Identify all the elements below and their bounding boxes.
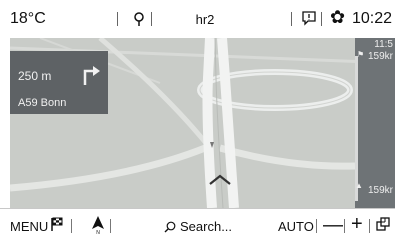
search-label: Search... [180, 219, 233, 234]
bottom-toolbar: MENU N Search... AUTO — + [0, 208, 395, 241]
layers-icon[interactable] [376, 217, 390, 231]
destination-flag-icon[interactable] [51, 217, 63, 231]
divider [117, 12, 118, 26]
turn-distance: 250 m [18, 69, 52, 83]
phone-icon[interactable] [130, 10, 148, 28]
route-progress-panel: 11:5 ⚑ 159kr ▲ 159kr [355, 38, 395, 208]
clock: 10:22 [352, 10, 393, 27]
divider [316, 219, 317, 233]
message-icon[interactable] [301, 10, 317, 26]
divider [344, 219, 345, 233]
arrival-time: 11:5 [374, 39, 393, 50]
remaining-distance-bottom: 159kr [367, 185, 393, 196]
divider [291, 12, 292, 26]
divider [71, 219, 72, 233]
search-button[interactable]: Search... [164, 219, 232, 234]
turn-guidance-panel[interactable]: 250 m A59 Bonn [10, 51, 108, 114]
search-icon [164, 221, 176, 232]
road-name: A59 Bonn [18, 97, 67, 109]
navigation-screen: 18°C hr2 ✿ 10:22 250 m A59 Bonn 11:5 ⚑ 1… [0, 0, 395, 241]
destination-flag-icon: ⚑ [357, 50, 365, 59]
turn-right-arrow-icon [83, 66, 100, 85]
position-marker-icon: ▲ [355, 181, 363, 190]
map-view[interactable]: 250 m A59 Bonn 11:5 ⚑ 159kr ▲ 159kr [10, 38, 395, 208]
zoom-in-button[interactable]: + [351, 213, 363, 236]
gear-icon[interactable]: ✿ [330, 7, 345, 27]
divider [369, 219, 370, 233]
temperature-display: 18°C [10, 10, 46, 27]
zoom-auto-button[interactable]: AUTO [278, 219, 314, 234]
audio-source-title: hr2 [195, 12, 215, 27]
divider [151, 12, 152, 26]
zoom-out-button[interactable]: — [323, 214, 343, 237]
menu-button[interactable]: MENU [10, 219, 48, 234]
status-bar: 18°C hr2 ✿ 10:22 [0, 0, 395, 38]
remaining-distance: 159kr [367, 51, 393, 62]
divider [110, 219, 111, 233]
route-progress-bar [355, 56, 358, 201]
north-up-icon[interactable]: N [91, 216, 105, 234]
svg-text:N: N [96, 230, 100, 234]
divider [321, 12, 322, 26]
